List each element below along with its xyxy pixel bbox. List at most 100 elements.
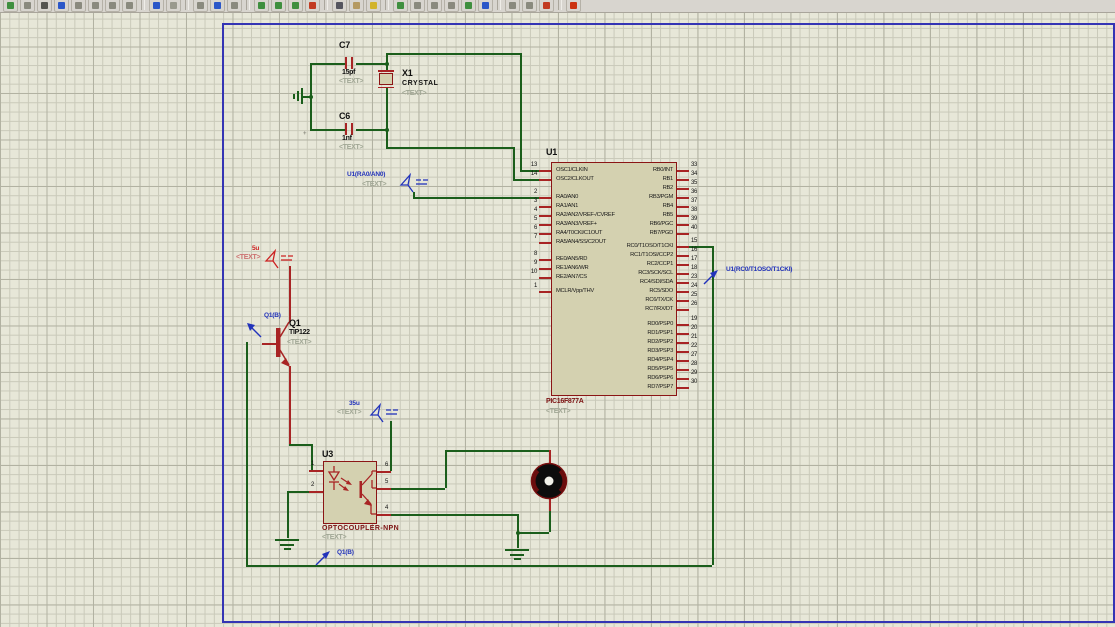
u1-pin-label: RC0/T1OSO/T1CKI: [626, 242, 674, 249]
u1-pin-number: 14: [530, 171, 537, 177]
block-rotate-icon[interactable]: [288, 0, 303, 12]
u1-pin-stub: [539, 291, 551, 293]
block-copy-icon[interactable]: [254, 0, 269, 12]
u1-pin-stub: [539, 277, 551, 279]
terminal-ra0-label: U1(RA0/AN0): [347, 171, 386, 178]
terminal-35u-text: <TEXT>: [337, 409, 362, 416]
terminal-5u-text: <TEXT>: [236, 254, 261, 261]
redo-glyph: [170, 1, 177, 9]
wire-segment: [386, 53, 520, 55]
wire-segment: [356, 129, 386, 131]
wire-segment: [309, 470, 323, 472]
u1-pin-stub: [677, 273, 689, 275]
u1-pin-stub: [539, 224, 551, 226]
junction-dot: [308, 94, 313, 99]
c7-plate-right: [351, 57, 353, 69]
paste-icon[interactable]: [227, 0, 242, 12]
remove-sheet-glyph: [543, 1, 550, 9]
remove-sheet-icon[interactable]: [539, 0, 554, 12]
pick-parts-icon[interactable]: [393, 0, 408, 12]
u1-pin-number: 35: [691, 180, 698, 186]
selection-mode-glyph: [336, 1, 343, 9]
zoom-in-icon[interactable]: [71, 0, 86, 12]
wire-segment: [289, 444, 311, 446]
new-design-icon[interactable]: [3, 0, 18, 12]
u3-text-placeholder: <TEXT>: [322, 534, 347, 541]
u1-pin-label: RD1/PSP1: [647, 329, 673, 336]
u1-pin-stub: [539, 259, 551, 261]
u1-pin-label: RC3/SCK/SCL: [638, 269, 673, 276]
paste-glyph: [231, 1, 238, 9]
exit-icon[interactable]: [566, 0, 581, 12]
schematic-canvas[interactable]: C7 15pf <TEXT> C6 1nf <TEXT> + X1 CRYSTA…: [0, 0, 1115, 627]
block-copy-glyph: [258, 1, 265, 9]
u1-pin-number: 36: [691, 189, 698, 195]
undo-icon[interactable]: [149, 0, 164, 12]
grid-toggle-icon[interactable]: [20, 0, 35, 12]
u1-pin-number: 22: [691, 343, 698, 349]
wire-label-mode-icon[interactable]: [366, 0, 381, 12]
x1-text-placeholder: <TEXT>: [402, 90, 427, 97]
u1-pin-stub: [677, 188, 689, 190]
junction-dot-mode-icon[interactable]: [410, 0, 425, 12]
q1-ref: Q1: [289, 318, 301, 328]
u1-pin-number: 18: [691, 265, 698, 271]
copy-icon[interactable]: [210, 0, 225, 12]
zoom-out-icon[interactable]: [88, 0, 103, 12]
top-toolbar: [0, 0, 1115, 13]
wire-segment: [246, 342, 248, 565]
u1-pin-label: RD2/PSP2: [647, 338, 673, 345]
redo-icon[interactable]: [166, 0, 181, 12]
u1-pin-number: 34: [691, 171, 698, 177]
x1-ref: X1: [402, 68, 413, 78]
u1-pin-label: RC7/RX/DT: [645, 305, 673, 312]
block-move-glyph: [275, 1, 282, 9]
new-design-glyph: [7, 1, 14, 9]
design-explorer-icon[interactable]: [505, 0, 520, 12]
origin-icon[interactable]: [37, 0, 52, 12]
junction-dot: [384, 127, 389, 132]
u1-pin-stub: [677, 369, 689, 371]
u1-pin-label: RB4: [662, 202, 674, 209]
net-arrow-icon: [703, 270, 718, 285]
text-script-mode-icon[interactable]: [427, 0, 442, 12]
u1-pin-number: 26: [691, 301, 698, 307]
u1-pin-label: RB7/PGD: [649, 229, 674, 236]
u1-pin-stub: [677, 264, 689, 266]
new-sheet-icon[interactable]: [522, 0, 537, 12]
instant-edit-mode-icon[interactable]: [478, 0, 493, 12]
zoom-area-icon[interactable]: [122, 0, 137, 12]
bus-mode-icon[interactable]: [444, 0, 459, 12]
component-mode-icon[interactable]: [349, 0, 364, 12]
copy-glyph: [214, 1, 221, 9]
u1-pin-stub: [539, 179, 551, 181]
u1-pin-stub: [677, 309, 689, 311]
text-script-mode-glyph: [431, 1, 438, 9]
wire-segment: [287, 491, 289, 538]
wire-segment: [445, 450, 549, 452]
u1-pin-label: RC4/SDI/SDA: [639, 278, 673, 285]
wire-segment: [391, 514, 517, 516]
u1-pin-number: 3: [533, 198, 537, 204]
selection-mode-icon[interactable]: [332, 0, 347, 12]
block-delete-icon[interactable]: [305, 0, 320, 12]
junction-dot-mode-glyph: [414, 1, 421, 9]
wire-segment: [549, 511, 551, 532]
u1-pin-stub: [677, 333, 689, 335]
c7-plate-left: [345, 57, 347, 69]
subcircuit-mode-icon[interactable]: [461, 0, 476, 12]
block-move-icon[interactable]: [271, 0, 286, 12]
u1-pin-number: 29: [691, 370, 698, 376]
u1-pin-stub: [539, 268, 551, 270]
u1-pin-stub: [677, 351, 689, 353]
goto-center-glyph: [58, 1, 65, 9]
zoom-all-icon[interactable]: [105, 0, 120, 12]
wire-segment: [287, 491, 309, 493]
u1-pin-stub: [677, 282, 689, 284]
goto-center-icon[interactable]: [54, 0, 69, 12]
cut-icon[interactable]: [193, 0, 208, 12]
u1-pin-stub: [677, 255, 689, 257]
instant-edit-mode-glyph: [482, 1, 489, 9]
block-delete-glyph: [309, 1, 316, 9]
u1-pin-stub: [539, 206, 551, 208]
